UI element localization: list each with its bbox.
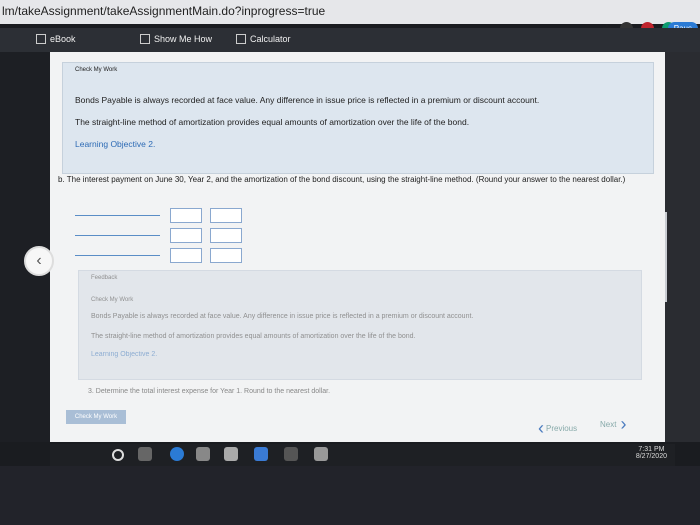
chevron-left-icon: ‹ <box>538 418 544 438</box>
search-icon[interactable] <box>112 449 124 461</box>
debit-input[interactable] <box>170 248 202 263</box>
next-label: Next <box>600 420 617 429</box>
app-icon[interactable] <box>284 447 298 461</box>
learning-objective: Learning Objective 2. <box>91 351 158 358</box>
assignment-content: Check My Work Bonds Payable is always re… <box>50 52 665 442</box>
book-icon <box>36 34 46 44</box>
show-me-how-button[interactable]: Show Me How <box>140 34 212 44</box>
store-icon[interactable] <box>224 447 238 461</box>
next-button[interactable]: Next › <box>600 414 626 435</box>
feedback-text-1: Bonds Payable is always recorded at face… <box>75 95 540 105</box>
browser-address-bar[interactable]: lm/takeAssignment/takeAssignmentMain.do?… <box>0 0 700 24</box>
chevron-left-icon: ‹ <box>36 252 42 269</box>
feedback-text-2: The straight-line method of amortization… <box>91 333 416 340</box>
ebook-button[interactable]: eBook <box>36 34 76 44</box>
clock-time: 7:31 PM <box>638 446 665 453</box>
debit-input[interactable] <box>170 228 202 243</box>
scrollbar[interactable] <box>659 52 700 442</box>
windows-taskbar: 7:31 PM 8/27/2020 <box>50 444 675 466</box>
assignment-toolbar: eBook Show Me How Calculator <box>0 28 700 52</box>
taskbar-clock[interactable]: 7:31 PM 8/27/2020 <box>636 446 667 460</box>
chrome-icon[interactable] <box>170 447 184 461</box>
mail-icon[interactable] <box>196 447 210 461</box>
laptop-bezel <box>0 466 700 525</box>
feedback-panel-bottom: Feedback Check My Work Bonds Payable is … <box>78 270 642 380</box>
feedback-panel: Check My Work Bonds Payable is always re… <box>62 62 654 174</box>
previous-button[interactable]: ‹ Previous <box>538 418 577 439</box>
question-3: 3. Determine the total interest expense … <box>88 388 331 395</box>
question-b: b. The interest payment on June 30, Year… <box>58 175 626 184</box>
calculator-label: Calculator <box>250 34 291 44</box>
photos-icon[interactable] <box>314 447 328 461</box>
check-my-work-header[interactable]: Check My Work <box>91 297 133 303</box>
check-my-work-header[interactable]: Check My Work <box>75 67 117 73</box>
debit-input[interactable] <box>170 208 202 223</box>
calculator-icon <box>236 34 246 44</box>
credit-input[interactable] <box>210 248 242 263</box>
account-entry-line[interactable] <box>75 255 160 256</box>
url-text[interactable]: lm/takeAssignment/takeAssignmentMain.do?… <box>2 4 325 18</box>
clock-date: 8/27/2020 <box>635 453 667 460</box>
video-icon <box>140 34 150 44</box>
check-my-work-button[interactable]: Check My Work <box>66 410 126 424</box>
calculator-button[interactable]: Calculator <box>236 34 291 44</box>
account-entry-line[interactable] <box>75 215 160 216</box>
feedback-text-1: Bonds Payable is always recorded at face… <box>91 313 474 320</box>
collapse-panel-button[interactable]: ‹ <box>24 246 54 276</box>
task-view-icon[interactable] <box>138 447 152 461</box>
credit-input[interactable] <box>210 228 242 243</box>
previous-label: Previous <box>546 424 578 433</box>
credit-input[interactable] <box>210 208 242 223</box>
feedback-label: Feedback <box>91 275 118 281</box>
account-entry-line[interactable] <box>75 235 160 236</box>
feedback-text-2: The straight-line method of amortization… <box>75 117 470 127</box>
chevron-right-icon: › <box>620 414 627 434</box>
dropbox-icon[interactable] <box>254 447 268 461</box>
learning-objective: Learning Objective 2. <box>75 139 156 149</box>
show-me-how-label: Show Me How <box>154 34 213 44</box>
ebook-label: eBook <box>50 34 76 44</box>
